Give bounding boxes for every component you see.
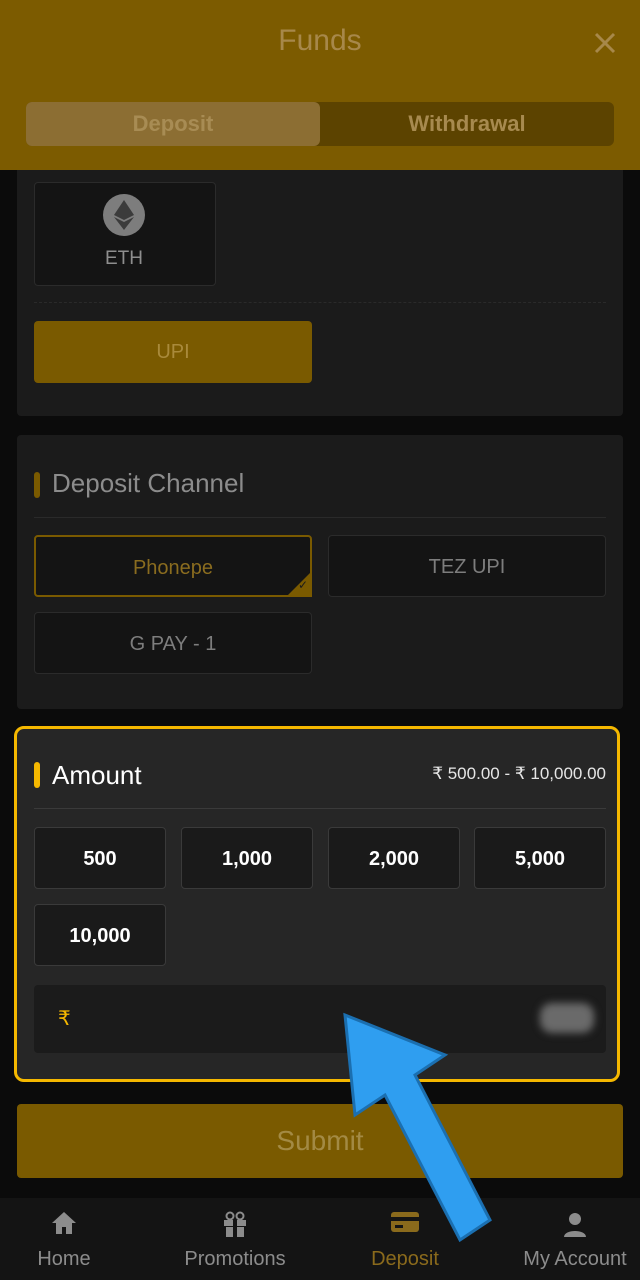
amount-preset-1000[interactable]: 1,000: [181, 827, 313, 889]
rupee-symbol: ₹: [58, 1008, 71, 1030]
nav-home[interactable]: Home: [0, 1198, 128, 1280]
ethereum-icon: [103, 194, 145, 236]
amount-range: ₹ 500.00 - ₹ 10,000.00: [432, 764, 606, 783]
divider: [34, 302, 606, 303]
user-icon: [564, 1213, 586, 1237]
gift-icon: [224, 1211, 246, 1237]
tab-deposit[interactable]: Deposit: [26, 102, 320, 146]
close-icon[interactable]: [590, 28, 620, 58]
channel-option-tez-upi[interactable]: TEZ UPI: [328, 535, 606, 597]
amount-title: Amount: [52, 760, 142, 790]
pointer-arrow-icon: [343, 1012, 492, 1243]
header: Funds Deposit Withdrawal: [0, 0, 640, 170]
nav-label: Promotions: [184, 1248, 286, 1270]
eth-label: ETH: [105, 248, 143, 269]
amount-preset-5000[interactable]: 5,000: [474, 827, 606, 889]
nav-my-account[interactable]: My Account: [510, 1198, 640, 1280]
deposit-channel-title: Deposit Channel: [52, 468, 245, 498]
nav-label: Home: [37, 1248, 91, 1270]
divider: [34, 808, 606, 809]
home-icon: [52, 1212, 76, 1234]
channel-option-phonepe[interactable]: Phonepe ✓: [34, 535, 312, 597]
check-icon: ✓: [286, 571, 312, 597]
section-accent-bar: [34, 472, 40, 498]
divider: [34, 517, 606, 518]
page-title: Funds: [278, 24, 362, 57]
amount-preset-500[interactable]: 500: [34, 827, 166, 889]
section-accent-bar: [34, 762, 40, 788]
channel-option-gpay[interactable]: G PAY - 1: [34, 612, 312, 674]
channel-option-label: Phonepe: [132, 557, 214, 579]
tabs: Deposit Withdrawal: [26, 102, 614, 146]
nav-promotions[interactable]: Promotions: [150, 1198, 320, 1280]
amount-preset-2000[interactable]: 2,000: [328, 827, 460, 889]
nav-label: My Account: [523, 1248, 627, 1270]
amount-preset-10000[interactable]: 10,000: [34, 904, 166, 966]
nav-label: Deposit: [371, 1248, 439, 1270]
upi-button[interactable]: UPI: [34, 321, 312, 383]
tab-withdrawal[interactable]: Withdrawal: [320, 102, 614, 146]
clear-button[interactable]: [540, 1003, 594, 1033]
